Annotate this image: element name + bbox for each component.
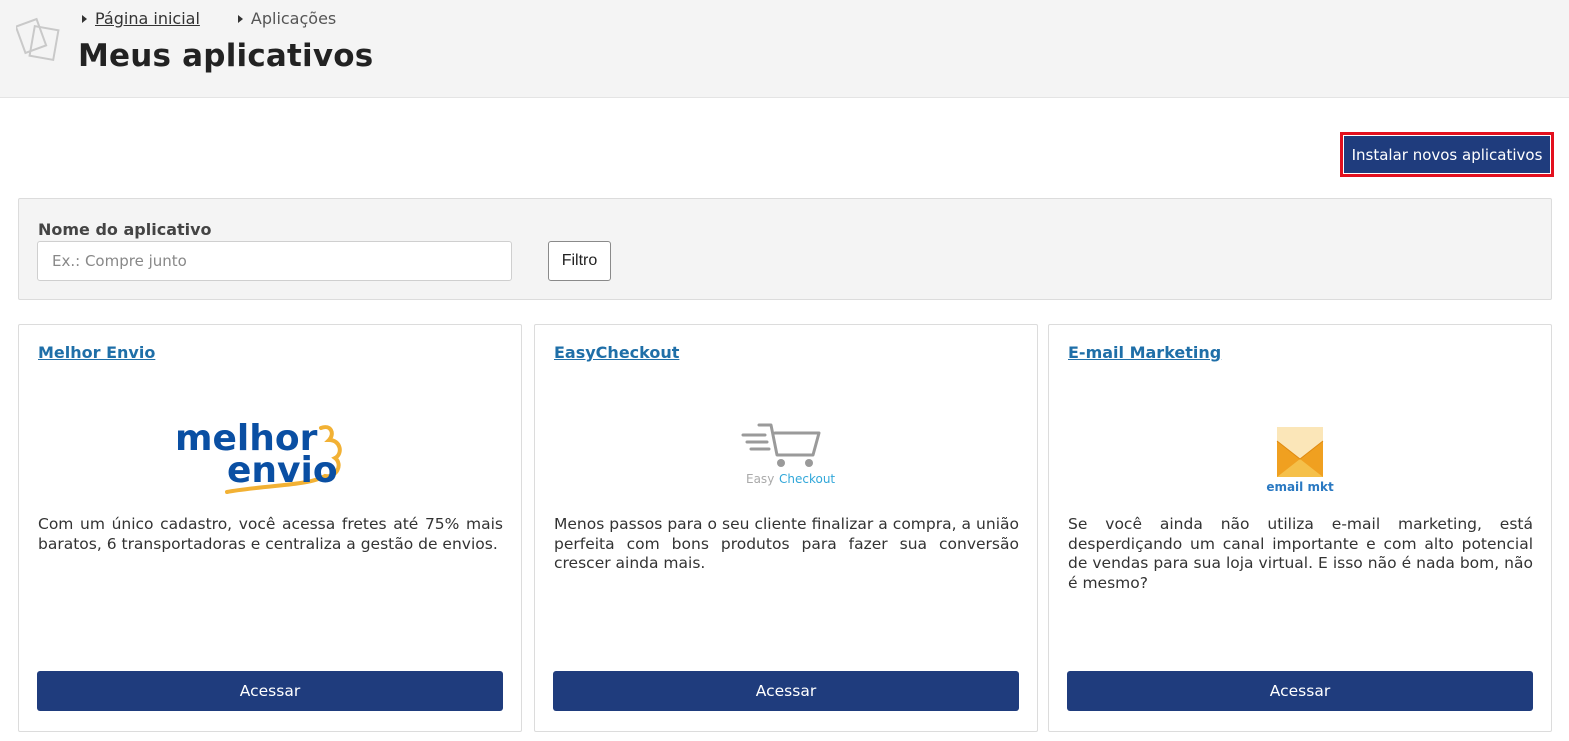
app-title-link[interactable]: EasyCheckout	[554, 343, 679, 362]
logo-line-2: envio	[227, 450, 338, 491]
install-apps-button[interactable]: Instalar novos aplicativos	[1343, 135, 1551, 174]
logo-email-text: email mkt	[1266, 480, 1334, 494]
cart-icon: Easy Checkout	[741, 423, 835, 486]
melhor-envio-logo-icon: melhor envio	[175, 418, 342, 494]
app-name-input[interactable]	[37, 241, 512, 281]
access-button[interactable]: Acessar	[1067, 671, 1533, 711]
app-card-email-marketing: E-mail Marketing email mkt Se você ainda…	[1048, 324, 1552, 732]
breadcrumb: Página inicial Aplicações	[82, 9, 336, 28]
filter-button[interactable]: Filtro	[548, 241, 611, 281]
install-button-highlight: Instalar novos aplicativos	[1340, 132, 1554, 177]
breadcrumb-home[interactable]: Página inicial	[82, 9, 200, 28]
caret-right-icon	[237, 14, 243, 23]
filter-panel: Nome do aplicativo Filtro	[18, 198, 1552, 300]
logo-easy-text: Easy	[746, 472, 774, 486]
breadcrumb-current-label: Aplicações	[250, 9, 337, 28]
app-description: Se você ainda não utiliza e-mail marketi…	[1068, 515, 1533, 592]
app-title-link[interactable]: E-mail Marketing	[1068, 343, 1221, 362]
page-title: Meus aplicativos	[78, 38, 374, 74]
melhor-envio-logo: melhor envio	[19, 405, 521, 505]
app-card-melhor-envio: Melhor Envio melhor envio Com um único c…	[18, 324, 522, 732]
app-title-link[interactable]: Melhor Envio	[38, 343, 155, 362]
filter-label: Nome do aplicativo	[38, 220, 212, 239]
access-button[interactable]: Acessar	[37, 671, 503, 711]
easycheckout-logo: Easy Checkout	[535, 405, 1037, 505]
app-description: Menos passos para o seu cliente finaliza…	[554, 515, 1019, 572]
access-button[interactable]: Acessar	[553, 671, 1019, 711]
logo-checkout-text: Checkout	[779, 472, 835, 486]
breadcrumb-home-link[interactable]: Página inicial	[95, 9, 200, 28]
breadcrumb-current: Aplicações	[237, 9, 337, 28]
documents-icon	[16, 17, 60, 62]
email-marketing-logo: email mkt	[1049, 405, 1551, 505]
envelope-icon: email mkt	[1266, 427, 1334, 494]
caret-right-icon	[82, 14, 87, 23]
app-card-easycheckout: EasyCheckout Easy Checkout Menos passos …	[534, 324, 1038, 732]
page-header: Página inicial Aplicações Meus aplicativ…	[0, 0, 1569, 98]
app-description: Com um único cadastro, você acessa frete…	[38, 515, 503, 553]
